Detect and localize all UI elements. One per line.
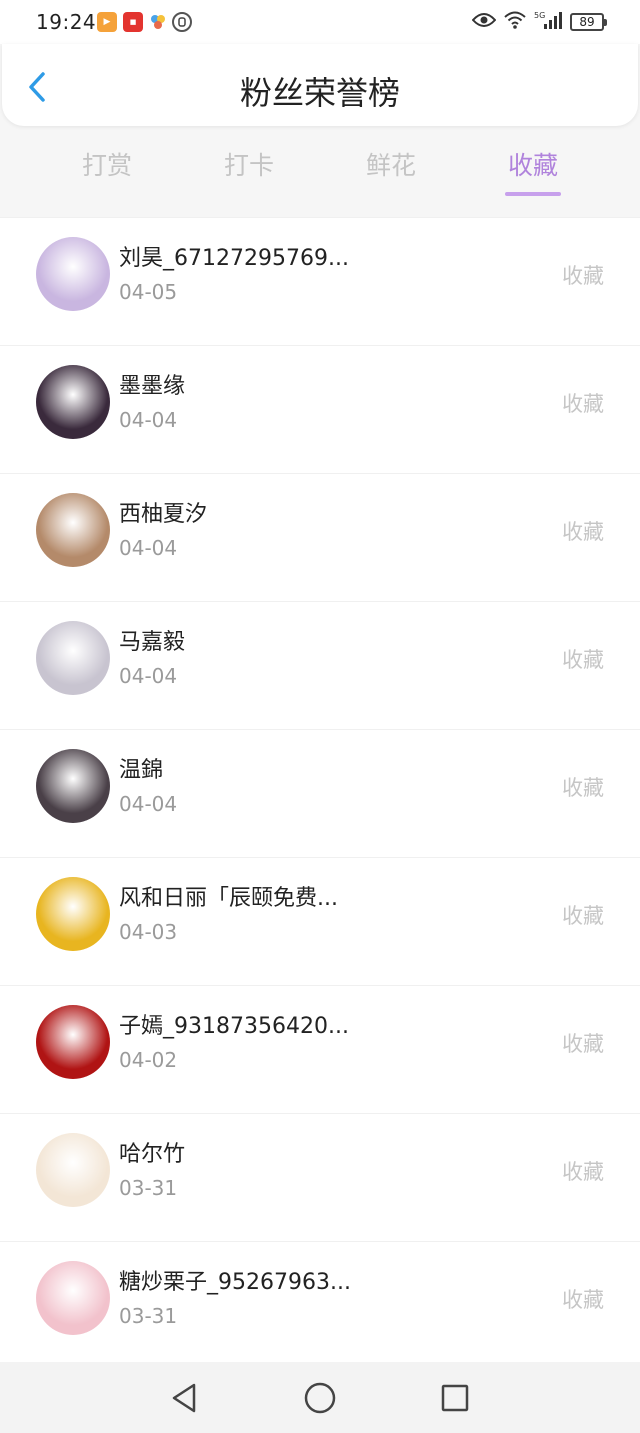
status-right-cluster: 5G 89 (471, 10, 607, 34)
app-header: 粉丝荣誉榜 (2, 44, 638, 126)
avatar (36, 1261, 110, 1335)
home-circle-icon (304, 1382, 336, 1414)
page-title: 粉丝荣誉榜 (239, 74, 400, 112)
nav-recents-button[interactable] (437, 1380, 473, 1416)
avatar (36, 621, 110, 695)
network-label: 5G (534, 11, 545, 20)
avatar (36, 749, 110, 823)
favorite-date: 04-04 (119, 536, 178, 560)
favorite-date: 03-31 (119, 1176, 178, 1200)
status-time: 19:24 (36, 10, 97, 34)
favorite-label: 收藏 (562, 648, 604, 672)
user-name: 风和日丽「辰颐免费... (119, 886, 338, 911)
list-item[interactable]: 哈尔竹 03-31 收藏 (0, 1113, 640, 1241)
user-name: 温錦 (119, 758, 164, 783)
battery-icon: 89 (570, 13, 607, 31)
list-item[interactable]: 马嘉毅 04-04 收藏 (0, 601, 640, 729)
list-item[interactable]: 墨墨缘 04-04 收藏 (0, 345, 640, 473)
system-nav-bar (0, 1362, 640, 1433)
favorite-label: 收藏 (562, 776, 604, 800)
list-item[interactable]: 温錦 04-04 收藏 (0, 729, 640, 857)
news-app-icon: ■ (123, 12, 143, 32)
user-name: 子嫣_93187356420... (119, 1014, 349, 1039)
recents-square-icon (441, 1384, 469, 1412)
list-item[interactable]: 糖炒栗子_95267963... 03-31 收藏 (0, 1241, 640, 1369)
status-bar: 19:24 ▶ ■ 5G 89 (0, 0, 640, 44)
tab-checkin[interactable]: 打卡 (178, 140, 320, 200)
favorite-date: 03-31 (119, 1304, 178, 1328)
avatar (36, 1133, 110, 1207)
user-name: 西柚夏汐 (119, 502, 208, 527)
tab-favorites[interactable]: 收藏 (462, 140, 604, 200)
favorite-label: 收藏 (562, 520, 604, 544)
eye-icon (471, 12, 497, 32)
nav-back-button[interactable] (166, 1380, 202, 1416)
signal-icon: 5G (534, 10, 562, 34)
favorite-label: 收藏 (562, 392, 604, 416)
favorite-label: 收藏 (562, 904, 604, 928)
tab-bar: 打赏 打卡 鲜花 收藏 (36, 140, 604, 200)
favorite-label: 收藏 (562, 264, 604, 288)
favorite-date: 04-03 (119, 920, 178, 944)
user-name: 糖炒栗子_95267963... (119, 1270, 351, 1295)
wifi-icon (504, 11, 526, 33)
list-item[interactable]: 刘昊_67127295769... 04-05 收藏 (0, 217, 640, 345)
user-name: 刘昊_67127295769... (119, 246, 349, 271)
user-name: 墨墨缘 (119, 374, 186, 399)
favorite-date: 04-04 (119, 664, 178, 688)
battery-level: 89 (579, 15, 595, 29)
avatar (36, 365, 110, 439)
tab-tip[interactable]: 打赏 (36, 140, 178, 200)
list-item[interactable]: 风和日丽「辰颐免费... 04-03 收藏 (0, 857, 640, 985)
list-item[interactable]: 子嫣_93187356420... 04-02 收藏 (0, 985, 640, 1113)
favorite-label: 收藏 (562, 1160, 604, 1184)
nav-home-button[interactable] (302, 1380, 338, 1416)
avatar (36, 237, 110, 311)
back-triangle-icon (172, 1383, 196, 1413)
avatar (36, 1005, 110, 1079)
list-item[interactable]: 西柚夏汐 04-04 收藏 (0, 473, 640, 601)
avatar (36, 877, 110, 951)
favorite-date: 04-04 (119, 792, 178, 816)
pinwheel-app-icon (148, 12, 168, 32)
user-name: 马嘉毅 (119, 630, 186, 655)
favorite-date: 04-05 (119, 280, 178, 304)
favorite-label: 收藏 (562, 1032, 604, 1056)
video-app-icon: ▶ (97, 12, 117, 32)
tab-flowers[interactable]: 鲜花 (320, 140, 462, 200)
favorite-date: 04-04 (119, 408, 178, 432)
favorite-label: 收藏 (562, 1288, 604, 1312)
avatar (36, 493, 110, 567)
favorite-date: 04-02 (119, 1048, 178, 1072)
user-name: 哈尔竹 (119, 1142, 186, 1167)
fan-list: 刘昊_67127295769... 04-05 收藏 墨墨缘 04-04 收藏 … (0, 217, 640, 1362)
hand-app-icon (172, 12, 192, 32)
